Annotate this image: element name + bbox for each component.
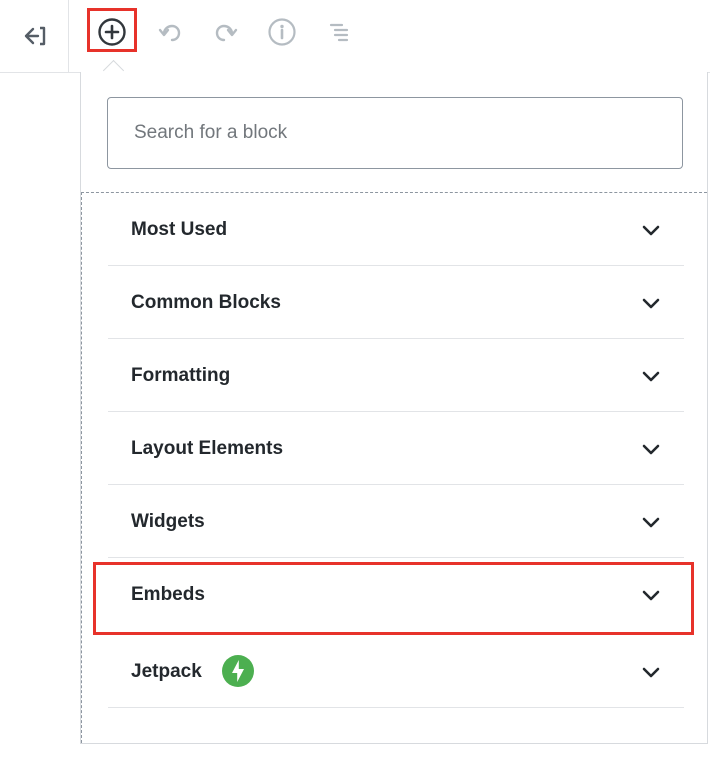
panel-common-blocks[interactable]: Common Blocks [108, 266, 684, 339]
block-category-list: Most Used Common Blocks Formatting Layou… [81, 192, 707, 743]
panel-jetpack[interactable]: Jetpack [108, 635, 684, 708]
editor-toolbar [0, 0, 710, 73]
panel-label: Jetpack [131, 661, 202, 682]
chevron-down-icon [642, 225, 660, 236]
block-search-input[interactable] [108, 98, 682, 168]
panel-label: Widgets [131, 511, 205, 532]
block-search-field [107, 97, 683, 169]
redo-icon [215, 24, 238, 42]
block-inserter-popover: Most Used Common Blocks Formatting Layou… [80, 72, 708, 744]
list-outline-icon [329, 23, 349, 42]
chevron-down-icon [642, 371, 660, 382]
redo-button[interactable] [204, 10, 248, 54]
exit-arrow-icon [24, 26, 46, 46]
panel-label: Most Used [131, 219, 228, 240]
panel-embeds[interactable]: Embeds [108, 558, 684, 631]
panel-label: Common Blocks [131, 292, 281, 313]
chevron-down-icon [642, 298, 660, 309]
panel-formatting[interactable]: Formatting [108, 339, 684, 412]
undo-icon [158, 24, 181, 42]
panel-label: Formatting [131, 365, 231, 386]
chevron-down-icon [642, 667, 660, 678]
panel-label: Layout Elements [131, 438, 284, 459]
chevron-down-icon [642, 517, 660, 528]
chevron-down-icon [642, 444, 660, 455]
panel-widgets[interactable]: Widgets [108, 485, 684, 558]
content-info-button[interactable] [260, 10, 304, 54]
plus-circle-icon [98, 18, 126, 46]
info-icon [268, 18, 296, 46]
block-navigation-button[interactable] [318, 10, 362, 54]
add-block-button[interactable] [90, 10, 134, 54]
exit-button[interactable] [0, 0, 69, 72]
chevron-down-icon [642, 590, 660, 601]
jetpack-icon [222, 655, 254, 687]
panel-layout-elements[interactable]: Layout Elements [108, 412, 684, 485]
undo-button[interactable] [148, 10, 192, 54]
panel-label: Embeds [131, 584, 205, 605]
panel-most-used[interactable]: Most Used [108, 193, 684, 266]
